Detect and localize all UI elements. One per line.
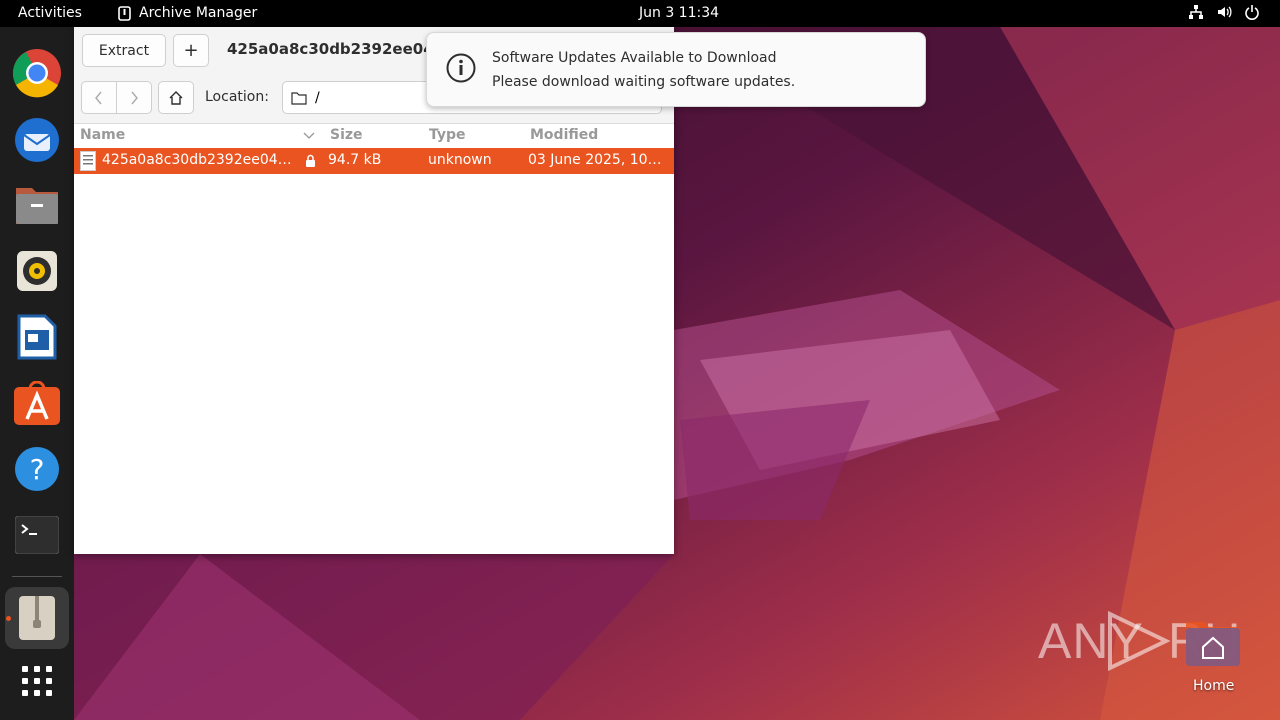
col-size[interactable]: Size: [330, 127, 363, 143]
app-center-icon: [14, 381, 60, 425]
app-menu-label: Archive Manager: [139, 5, 258, 21]
row-size: 94.7 kB: [328, 152, 382, 168]
thunderbird-icon: [15, 118, 59, 162]
dock-terminal[interactable]: [11, 509, 63, 561]
archive-manager-icon: [19, 596, 55, 640]
power-icon: [1245, 5, 1259, 20]
network-icon: [1189, 5, 1203, 19]
writer-icon: [17, 314, 57, 360]
clock[interactable]: Jun 3 11:34: [639, 5, 719, 21]
col-type[interactable]: Type: [429, 127, 466, 143]
dock-separator: [12, 576, 62, 577]
window-title: 425a0a8c30db2392ee04: [227, 40, 434, 58]
home-button[interactable]: [158, 81, 194, 114]
dock-writer[interactable]: [11, 311, 63, 363]
app-menu[interactable]: Archive Manager: [118, 5, 257, 21]
binary-file-icon: [80, 151, 96, 171]
dock-show-apps[interactable]: [11, 655, 63, 707]
notification-title: Software Updates Available to Download: [492, 50, 777, 66]
activities-button[interactable]: Activities: [18, 5, 82, 21]
svg-text:?: ?: [30, 453, 45, 486]
rhythmbox-icon: [17, 251, 57, 291]
dock-help[interactable]: ?: [11, 443, 63, 495]
folder-icon: [291, 91, 307, 105]
files-icon: [16, 188, 58, 224]
sort-chevron-icon[interactable]: [303, 132, 315, 140]
column-header: Name Size Type Modified: [74, 124, 674, 149]
system-tray[interactable]: [1188, 4, 1260, 20]
row-modified: 03 June 2025, 10…: [528, 152, 662, 168]
chevron-left-icon: [95, 91, 102, 104]
folder-home-icon: [1186, 622, 1240, 666]
dock: ?: [0, 27, 74, 720]
location-value: /: [315, 89, 320, 106]
dock-chrome[interactable]: [11, 47, 63, 99]
chevron-right-icon: [131, 91, 138, 104]
forward-button[interactable]: [116, 81, 152, 114]
row-name: 425a0a8c30db2392ee04…: [102, 152, 292, 168]
add-files-button[interactable]: +: [173, 34, 209, 67]
notification-banner[interactable]: Software Updates Available to Download P…: [426, 32, 926, 107]
dock-app-center[interactable]: [11, 377, 63, 429]
location-label: Location:: [205, 89, 269, 105]
home-folder-label: Home: [1193, 678, 1235, 694]
help-icon: ?: [15, 447, 59, 491]
archive-app-icon: [118, 5, 131, 21]
top-bar: Activities Archive Manager Jun 3 11:34: [0, 0, 1280, 27]
back-button[interactable]: [81, 81, 117, 114]
home-icon: [169, 90, 183, 105]
show-apps-icon: [22, 666, 52, 696]
dock-archive-manager[interactable]: [5, 587, 69, 649]
col-modified[interactable]: Modified: [530, 127, 598, 143]
col-name[interactable]: Name: [80, 127, 125, 143]
home-folder-icon[interactable]: [1184, 618, 1242, 668]
extract-button[interactable]: Extract: [82, 34, 166, 67]
row-type: unknown: [428, 152, 492, 168]
volume-icon: [1218, 6, 1232, 18]
running-indicator: [6, 616, 11, 621]
terminal-icon: [15, 516, 59, 554]
dock-files[interactable]: [11, 179, 63, 231]
dock-rhythmbox[interactable]: [11, 245, 63, 297]
dock-thunderbird[interactable]: [11, 113, 63, 165]
info-icon: [446, 53, 476, 83]
table-row[interactable]: 425a0a8c30db2392ee04… 94.7 kB unknown 03…: [74, 148, 674, 174]
notification-body: Please download waiting software updates…: [492, 74, 796, 90]
lock-icon: [306, 154, 315, 167]
chrome-icon: [12, 49, 61, 98]
